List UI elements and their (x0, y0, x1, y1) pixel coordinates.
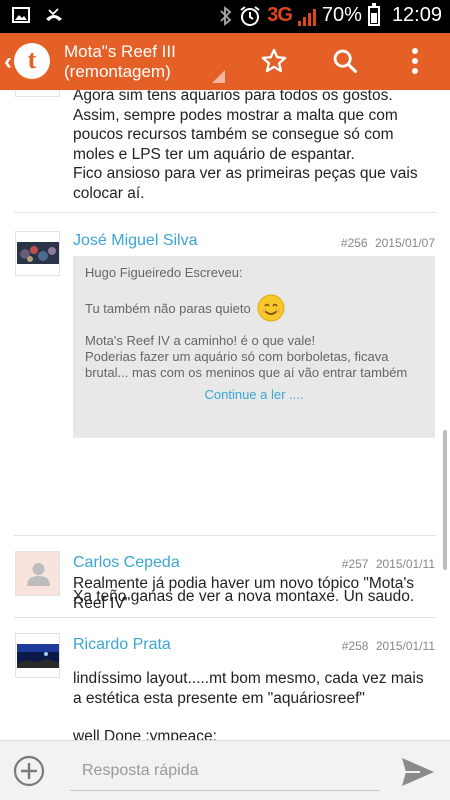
avatar (15, 90, 60, 97)
post-number[interactable]: #257 (342, 557, 369, 571)
post-author[interactable]: Carlos Cepeda (73, 554, 180, 572)
dropdown-corner-icon (212, 70, 225, 83)
thread-content[interactable]: Agora sim tens aquarios para todos os go… (0, 90, 450, 740)
post-date: 2015/01/07 (374, 236, 435, 250)
quote-line: Poderias fazer um aquário só com borbole… (85, 349, 389, 364)
signal-icon (297, 6, 316, 26)
quote-line: Mota's Reef IV a caminho! é o que vale! (85, 333, 316, 348)
alarm-icon (240, 5, 260, 26)
quick-reply-bar (0, 740, 450, 800)
send-button[interactable] (400, 755, 436, 789)
battery-percent: 70% (321, 4, 362, 26)
more-vertical-icon[interactable] (400, 46, 430, 76)
star-icon[interactable] (259, 46, 289, 76)
quote-line: brutal... mas com os meninos que aí vão … (85, 365, 408, 380)
continue-reading-link[interactable]: Continue a ler .... (85, 387, 423, 402)
post-author[interactable]: José Miguel Silva (73, 232, 198, 250)
plus-circle-icon (13, 755, 45, 787)
post-item: Ricardo Prata #258 2015/01/11 lindíssimo… (0, 617, 450, 740)
post-body-line: well Done :ympeace: (73, 728, 217, 740)
post-item: José Miguel Silva #256 2015/01/07 Hugo F… (0, 212, 450, 612)
thread-title-line2: (remontagem) (64, 62, 171, 81)
post-item: Carlos Cepeda #257 2015/01/11 Xa teño ga… (0, 535, 450, 615)
post-date: 2015/01/11 (375, 557, 435, 571)
avatar[interactable] (15, 231, 60, 276)
thread-title[interactable]: Mota"s Reef III (remontagem) (64, 42, 234, 82)
image-notification-icon (12, 7, 30, 23)
post-meta: #258 2015/01/11 (342, 639, 435, 653)
post-meta: #257 2015/01/11 (342, 557, 435, 571)
add-attachment-button[interactable] (13, 755, 45, 787)
quote-line: Tu também não paras quieto (85, 300, 251, 316)
quick-reply-input[interactable] (70, 751, 380, 791)
post-body: Agora sim tens aquarios para todos os go… (73, 90, 418, 202)
app-logo[interactable]: t (14, 43, 50, 79)
bluetooth-icon (220, 5, 232, 26)
quote-block: Hugo Figueiredo Escreveu: Tu também não … (73, 256, 435, 438)
search-icon[interactable] (330, 46, 360, 76)
post-date: 2015/01/11 (375, 639, 435, 653)
smile-emoji-icon (257, 294, 285, 322)
avatar[interactable] (15, 551, 60, 596)
post-number[interactable]: #258 (342, 639, 369, 653)
missed-call-icon (46, 8, 62, 21)
thread-title-line1: Mota"s Reef III (64, 42, 176, 61)
post-number[interactable]: #256 (341, 236, 368, 250)
post-body: lindíssimo layout.....mt bom mesmo, cada… (73, 670, 424, 707)
network-type: 3G (267, 4, 293, 26)
back-icon[interactable]: ‹ (4, 48, 12, 76)
clock: 12:09 (391, 4, 442, 26)
avatar[interactable] (15, 633, 60, 678)
battery-icon (367, 2, 380, 26)
scrollbar[interactable] (443, 430, 447, 570)
quote-header: Hugo Figueiredo Escreveu: (85, 265, 243, 280)
post-meta: #256 2015/01/07 (341, 236, 435, 250)
status-bar: 3G 70% 12:09 (0, 0, 450, 33)
post-body: Xa teño ganas de ver a nova montaxe. Un … (73, 588, 415, 605)
send-icon (402, 758, 434, 786)
post-author[interactable]: Ricardo Prata (73, 636, 171, 654)
app-bar: ‹ t Mota"s Reef III (remontagem) (0, 33, 450, 90)
